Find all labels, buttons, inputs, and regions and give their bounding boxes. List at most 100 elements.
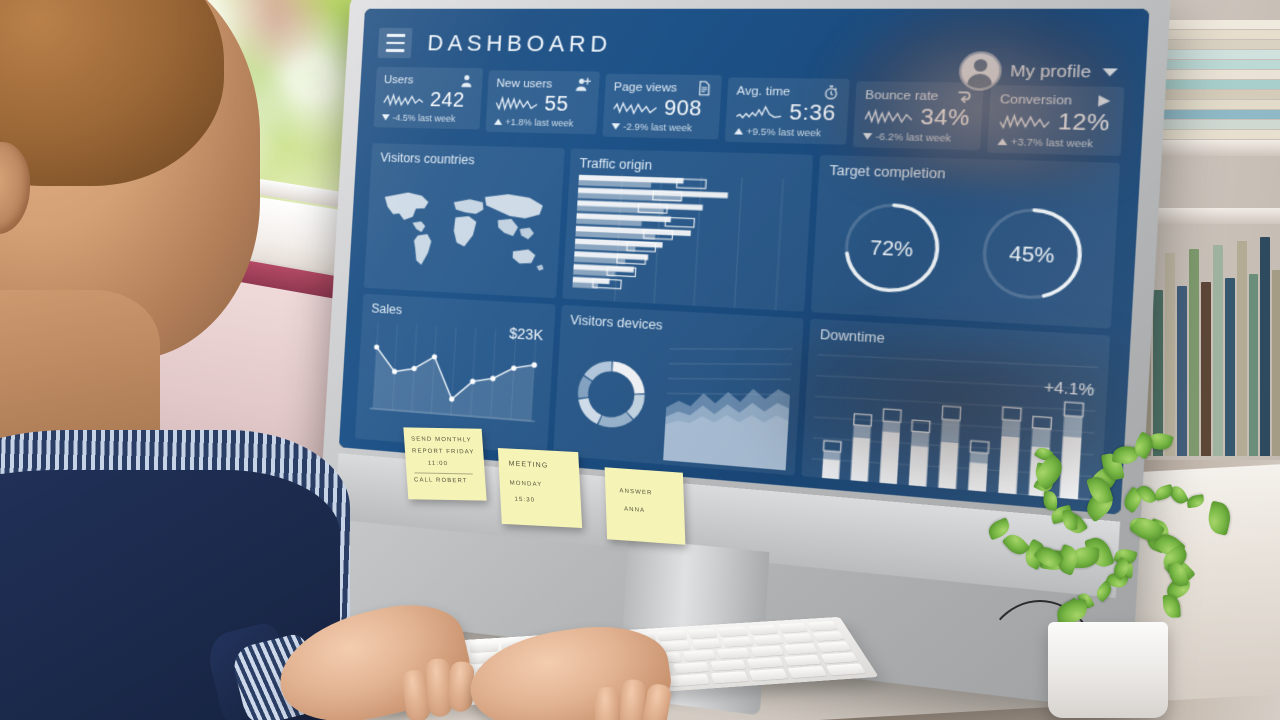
- plant-pot: [1048, 622, 1168, 718]
- keyboard-key[interactable]: [687, 628, 718, 639]
- kpi-title: Conversion: [999, 92, 1073, 108]
- book: [1260, 237, 1271, 456]
- kpi-card-avg-time[interactable]: Avg. time 5:36 +9.5% last week: [724, 77, 850, 145]
- user-icon: [461, 74, 472, 88]
- kpi-title: Bounce rate: [864, 88, 939, 103]
- chevron-down-icon: [1102, 68, 1118, 77]
- keyboard-key[interactable]: [717, 626, 749, 637]
- kpi-delta: -4.5% last week: [392, 112, 456, 124]
- keyboard-key[interactable]: [747, 657, 785, 669]
- panel-traffic-origin[interactable]: Traffic origin: [561, 148, 814, 312]
- book: [1224, 278, 1235, 456]
- page-title: DASHBOARD: [426, 30, 613, 58]
- keyboard-key[interactable]: [657, 630, 687, 641]
- kpi-delta: -6.2% last week: [875, 131, 952, 144]
- keyboard-key[interactable]: [722, 636, 753, 648]
- kpi-card-new-users[interactable]: New users 55 +1.8% last week: [485, 70, 600, 135]
- kpi-title: New users: [496, 77, 553, 91]
- trend-up-icon: [997, 138, 1008, 146]
- sparkline: [863, 108, 913, 128]
- office-scene: DASHBOARD My profile Users 242 -4.5% last …: [0, 0, 1280, 720]
- keyboard-key[interactable]: [787, 666, 828, 679]
- keyboard-key[interactable]: [747, 624, 779, 635]
- progress-ring-b-value: 45%: [1009, 242, 1056, 267]
- keyboard-key[interactable]: [709, 659, 748, 672]
- sparkline: [495, 95, 539, 113]
- panel-target-completion[interactable]: Target completion 72% 45%: [810, 154, 1121, 329]
- kpi-delta: -2.9% last week: [622, 121, 693, 134]
- plant-leaf: [1042, 491, 1059, 512]
- sticky-note[interactable]: MEETING MONDAY 15:30: [497, 447, 583, 529]
- keyboard-key[interactable]: [683, 650, 717, 662]
- user-plus-icon: [575, 77, 592, 92]
- device-area-chart: [662, 337, 793, 471]
- keyboard-key[interactable]: [777, 622, 809, 633]
- sticky-note[interactable]: ANSWER ANNA: [604, 467, 686, 545]
- progress-ring-a-value: 72%: [869, 236, 913, 260]
- kpi-card-conversion[interactable]: Conversion 12% +3.7% last week: [987, 85, 1125, 156]
- sticky-note[interactable]: SEND MONTHLY REPORT FRIDAY 11:00 CALL RO…: [403, 427, 487, 501]
- kpi-card-users[interactable]: Users 242 -4.5% last week: [373, 66, 484, 130]
- visitors-devices-charts: [561, 330, 793, 471]
- sparkline: [612, 99, 658, 118]
- kpi-card-page-views[interactable]: Page views 908 -2.9% last week: [602, 73, 722, 140]
- note-line: 11:00: [427, 460, 449, 468]
- keyboard-key[interactable]: [820, 652, 859, 664]
- trend-up-icon: [493, 118, 503, 125]
- keyboard-key[interactable]: [825, 663, 866, 676]
- stopwatch-icon: [822, 85, 840, 101]
- keyboard-key[interactable]: [750, 645, 785, 657]
- keyboard-key[interactable]: [813, 631, 845, 642]
- profile-menu-label: My profile: [1009, 61, 1092, 82]
- book: [1272, 270, 1280, 456]
- keyboard-key[interactable]: [710, 671, 750, 684]
- plant-leaf: [1163, 594, 1181, 619]
- hamburger-menu-icon[interactable]: [377, 27, 413, 59]
- kpi-title: Users: [383, 73, 414, 87]
- keyboard-key[interactable]: [783, 643, 819, 655]
- kpi-value: 12%: [1057, 109, 1111, 137]
- keyboard-key[interactable]: [691, 638, 722, 650]
- kpi-delta: +3.7% last week: [1010, 136, 1094, 150]
- trend-up-icon: [734, 127, 744, 135]
- book: [1236, 241, 1247, 456]
- progress-ring-a: 72%: [832, 193, 951, 304]
- keyboard-key[interactable]: [749, 668, 789, 681]
- panel-visitors-countries[interactable]: Visitors countries: [363, 143, 565, 299]
- keyboard-key[interactable]: [470, 641, 499, 653]
- keyboard-key[interactable]: [672, 661, 710, 674]
- play-triangle-icon: [1098, 95, 1111, 107]
- kpi-card-bounce-rate[interactable]: Bounce rate 34% -6.2% last week: [852, 81, 984, 151]
- trend-down-icon: [381, 114, 390, 121]
- keyboard-key[interactable]: [816, 641, 852, 653]
- return-arrow-icon: [955, 88, 974, 105]
- document-icon: [695, 80, 712, 96]
- note-line: ANSWER: [619, 488, 653, 497]
- user-avatar-icon: [960, 53, 1001, 89]
- keyboard-key[interactable]: [782, 632, 815, 644]
- panel-title-target-completion: Target completion: [829, 162, 947, 182]
- note-line: CALL ROBERT: [413, 477, 468, 485]
- plant-foliage: [985, 388, 1235, 648]
- sparkline: [382, 91, 424, 109]
- trend-down-icon: [862, 132, 873, 140]
- note-line: MEETING: [508, 460, 549, 470]
- plant-leaf: [1055, 599, 1088, 625]
- kpi-title: Page views: [613, 80, 678, 95]
- kpi-value: 5:36: [788, 100, 837, 126]
- traffic-origin-chart: [572, 173, 802, 306]
- profile-menu[interactable]: My profile: [960, 53, 1118, 90]
- plant-leaf: [1153, 484, 1175, 502]
- keyboard-key[interactable]: [783, 654, 822, 667]
- note-divider: [414, 472, 473, 475]
- sparkline: [998, 112, 1051, 132]
- keyboard-key[interactable]: [807, 621, 839, 631]
- note-line: ANNA: [624, 506, 646, 515]
- panel-visitors-devices[interactable]: Visitors devices: [552, 304, 804, 476]
- keyboard-key[interactable]: [660, 640, 691, 652]
- kpi-delta: +9.5% last week: [746, 126, 822, 139]
- panel-title-visitors-countries: Visitors countries: [379, 150, 475, 168]
- keyboard-key[interactable]: [716, 647, 751, 659]
- keyboard-key[interactable]: [752, 634, 784, 646]
- kpi-value: 55: [543, 92, 570, 116]
